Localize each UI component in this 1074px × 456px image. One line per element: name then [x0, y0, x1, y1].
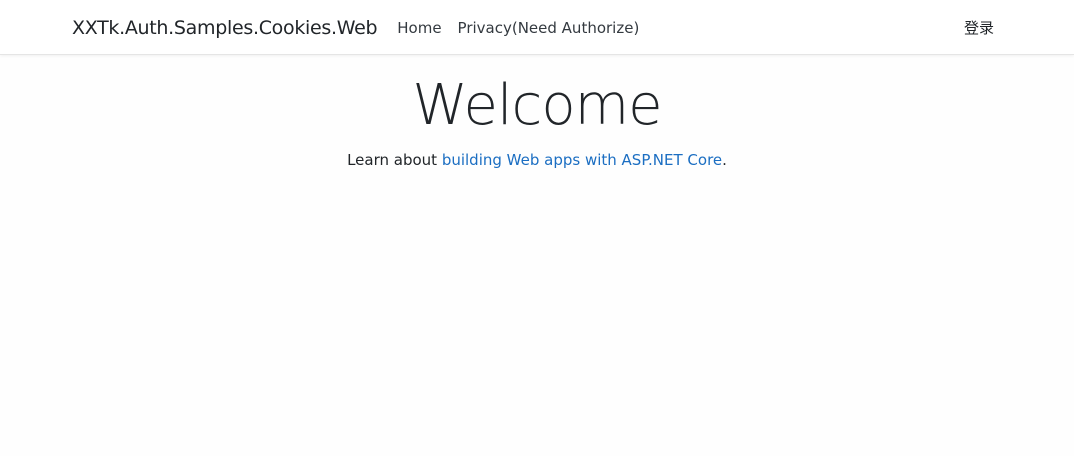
navbar-container: XXTk.Auth.Samples.Cookies.Web Home Priva… [72, 0, 994, 55]
lead-paragraph: Learn about building Web apps with ASP.N… [0, 151, 1074, 169]
page-title: Welcome [412, 73, 662, 138]
login-link[interactable]: 登录 [964, 17, 994, 38]
nav-privacy-link[interactable]: Privacy(Need Authorize) [450, 19, 648, 37]
navbar-right: 登录 [964, 17, 994, 38]
navbar: XXTk.Auth.Samples.Cookies.Web Home Priva… [0, 0, 1074, 55]
nav-links: Home Privacy(Need Authorize) [389, 19, 647, 37]
lead-prefix: Learn about [347, 150, 442, 169]
brand-link[interactable]: XXTk.Auth.Samples.Cookies.Web [72, 17, 378, 39]
main-content: Welcome Learn about building Web apps wi… [0, 55, 1074, 169]
aspnet-docs-link[interactable]: building Web apps with ASP.NET Core [442, 151, 722, 169]
nav-home-link[interactable]: Home [389, 19, 449, 37]
lead-suffix: . [722, 150, 727, 169]
